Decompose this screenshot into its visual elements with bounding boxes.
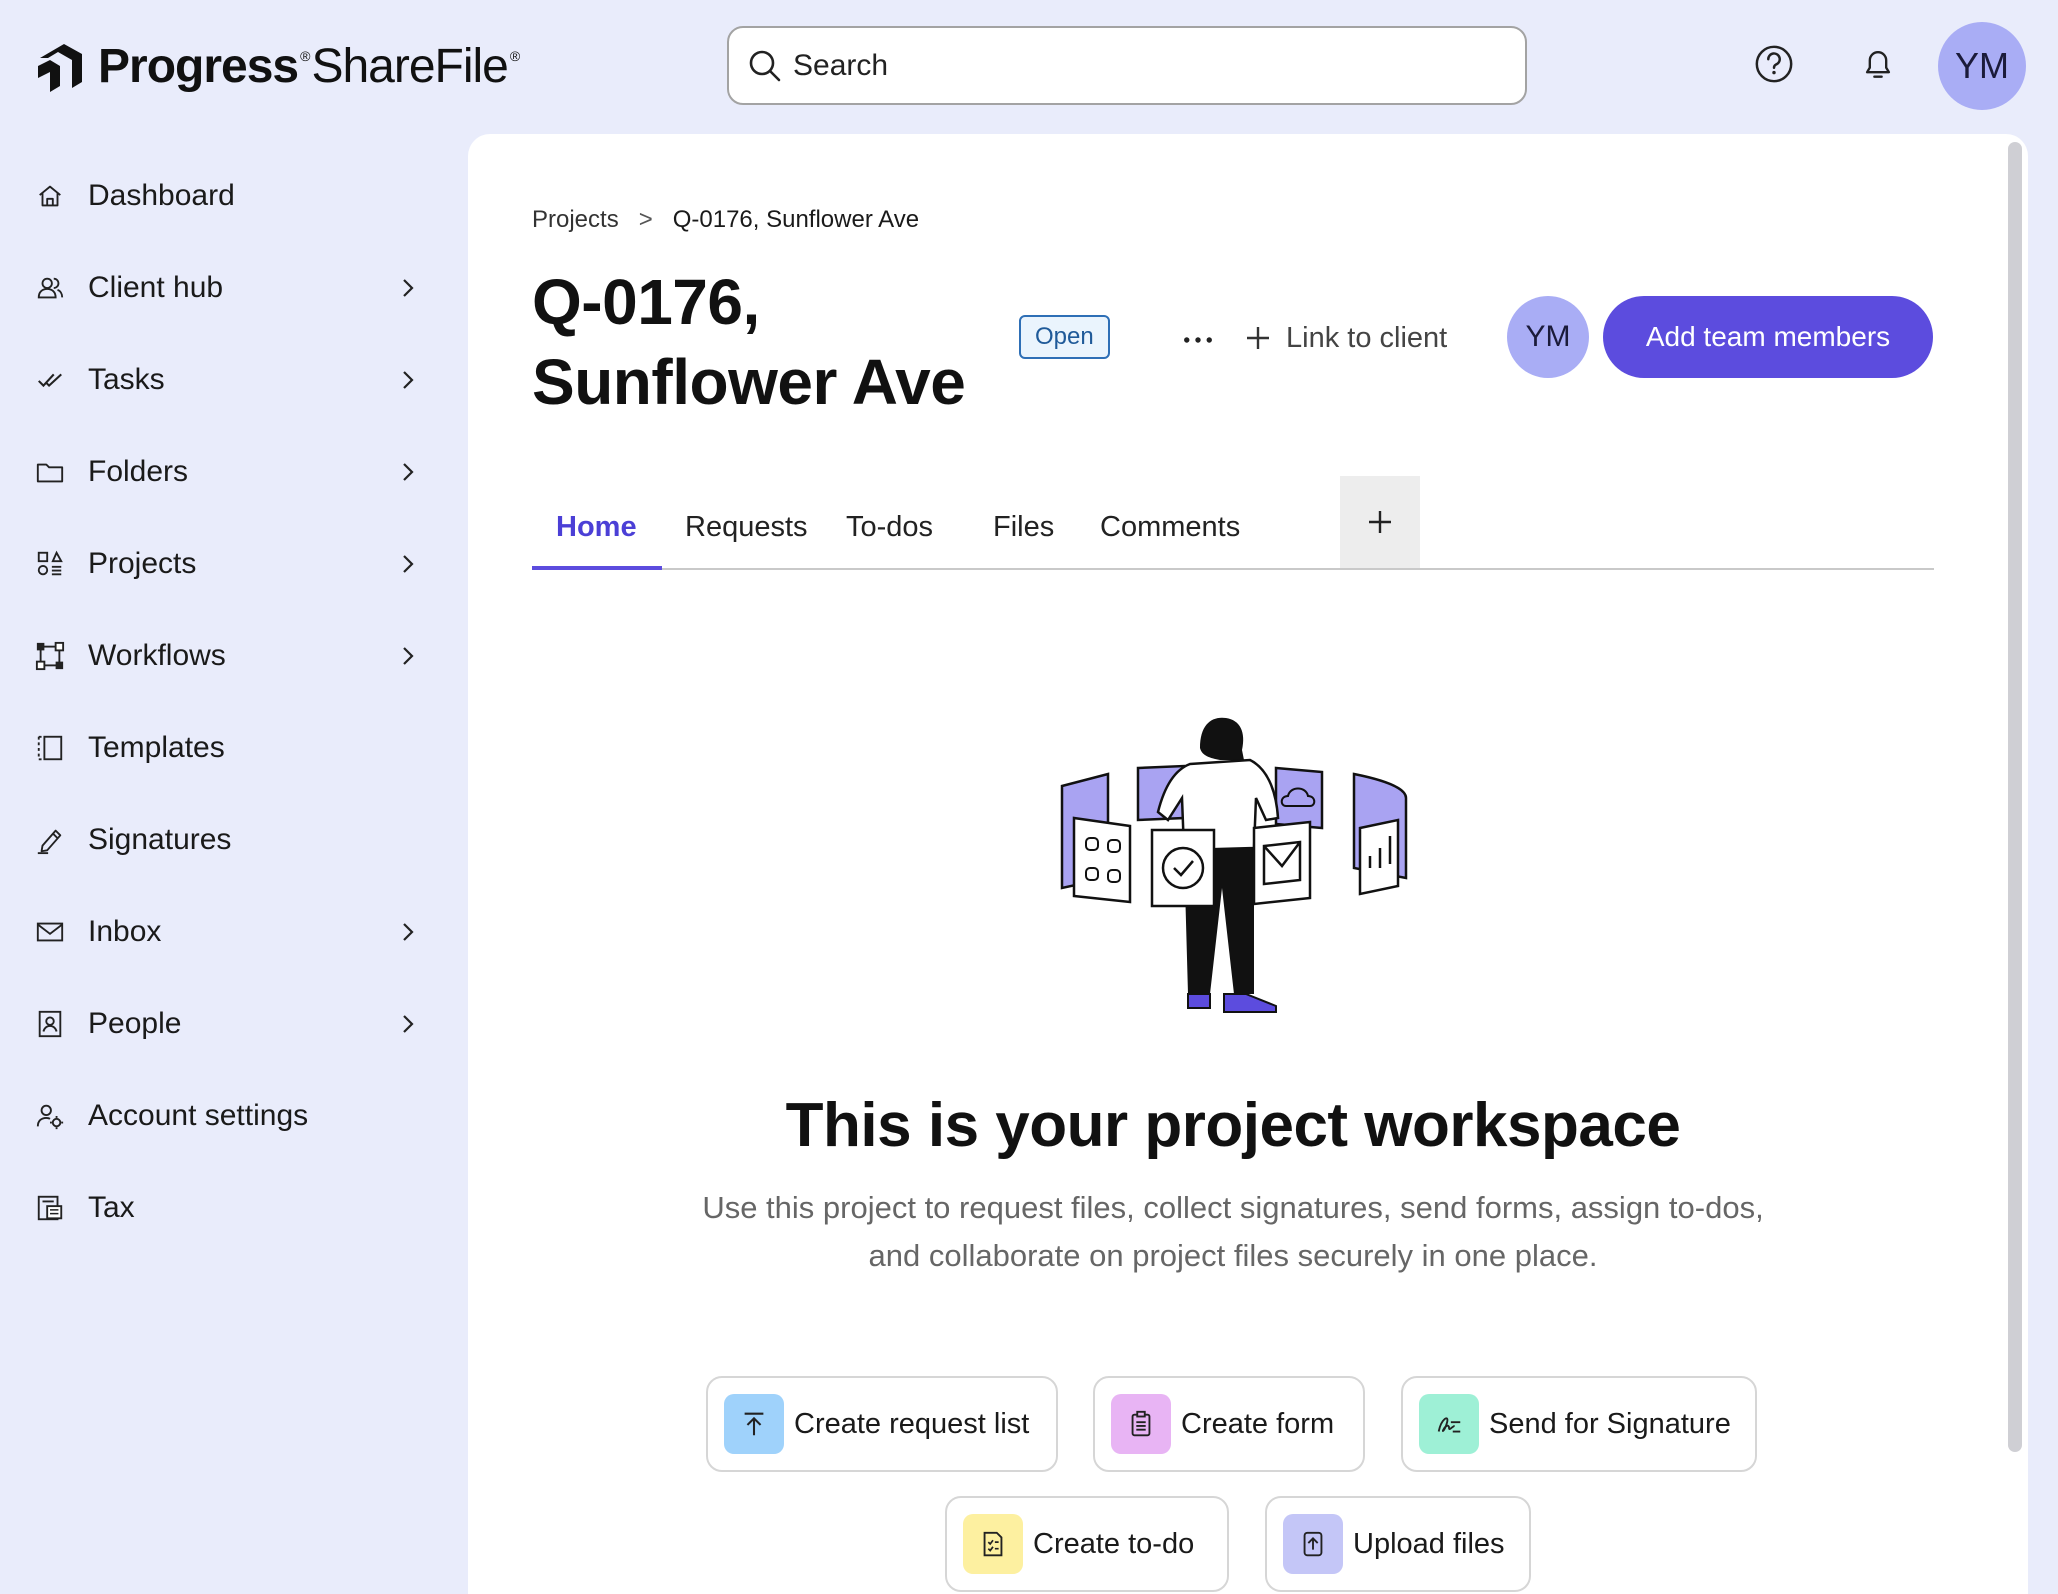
team-member-avatar[interactable]: YM bbox=[1507, 296, 1589, 378]
sidebar-item-client-hub[interactable]: Client hub bbox=[0, 242, 440, 334]
chevron-right-icon bbox=[403, 463, 414, 481]
sidebar-item-folders[interactable]: Folders bbox=[0, 426, 440, 518]
projects-icon bbox=[34, 548, 66, 580]
workspace-description-line1: Use this project to request files, colle… bbox=[702, 1190, 1764, 1225]
folder-icon bbox=[34, 456, 66, 488]
main-panel: Projects > Q-0176, Sunflower Ave Q-0176,… bbox=[468, 134, 2028, 1594]
sidebar-item-inbox[interactable]: Inbox bbox=[0, 886, 440, 978]
add-tab-button[interactable] bbox=[1340, 476, 1420, 568]
progress-logo-icon bbox=[38, 44, 82, 92]
workspace-illustration bbox=[1060, 717, 1408, 1013]
sidebar-item-dashboard[interactable]: Dashboard bbox=[0, 150, 440, 242]
chevron-right-icon bbox=[403, 279, 414, 297]
tax-icon bbox=[34, 1192, 66, 1224]
workspace-title: This is your project workspace bbox=[785, 1091, 1681, 1160]
account-settings-icon bbox=[34, 1100, 66, 1132]
create-form-button[interactable]: Create form bbox=[1093, 1376, 1365, 1472]
chevron-right-icon bbox=[403, 1015, 414, 1033]
search-bar[interactable] bbox=[727, 26, 1527, 105]
sidebar-item-label: Folders bbox=[88, 455, 189, 488]
form-clipboard-icon bbox=[1111, 1394, 1171, 1454]
status-badge: Open bbox=[1019, 315, 1110, 359]
sidebar-item-label: Projects bbox=[88, 547, 197, 580]
action-label: Upload files bbox=[1353, 1527, 1505, 1560]
link-to-client-button[interactable]: Link to client bbox=[1244, 316, 1447, 360]
create-request-list-button[interactable]: Create request list bbox=[706, 1376, 1058, 1472]
sidebar-item-tax[interactable]: Tax bbox=[0, 1162, 440, 1254]
help-icon[interactable] bbox=[1752, 42, 1796, 86]
create-to-do-button[interactable]: Create to-do bbox=[945, 1496, 1229, 1592]
breadcrumb-projects-link[interactable]: Projects bbox=[532, 206, 619, 234]
tab-home[interactable]: Home bbox=[556, 486, 637, 568]
tab-requests[interactable]: Requests bbox=[685, 486, 808, 568]
search-input[interactable] bbox=[793, 48, 1525, 83]
upload-files-button[interactable]: Upload files bbox=[1265, 1496, 1531, 1592]
add-team-members-button[interactable]: Add team members bbox=[1603, 296, 1933, 378]
brand-logo[interactable]: Progress ® ShareFile ® bbox=[34, 34, 521, 100]
workspace-description: Use this project to request files, colle… bbox=[648, 1184, 1818, 1280]
tasks-icon bbox=[34, 364, 66, 396]
sidebar-item-label: Workflows bbox=[88, 639, 226, 672]
client-hub-icon bbox=[34, 272, 66, 304]
breadcrumb: Projects > Q-0176, Sunflower Ave bbox=[532, 206, 919, 234]
user-avatar[interactable]: YM bbox=[1938, 22, 2026, 110]
inbox-icon bbox=[34, 916, 66, 948]
sidebar-item-account-settings[interactable]: Account settings bbox=[0, 1070, 440, 1162]
bell-icon[interactable] bbox=[1856, 42, 1900, 86]
people-icon bbox=[34, 1008, 66, 1040]
sidebar-item-label: Inbox bbox=[88, 915, 162, 948]
breadcrumb-separator: > bbox=[638, 206, 653, 233]
sidebar-item-label: Tasks bbox=[88, 363, 165, 396]
chevron-right-icon bbox=[403, 555, 414, 573]
search-icon bbox=[749, 50, 781, 81]
active-tab-indicator bbox=[532, 566, 662, 570]
tab-bar: Home Requests To-dos Files Comments bbox=[532, 476, 1934, 570]
tab-to-dos[interactable]: To-dos bbox=[846, 486, 933, 568]
sidebar-item-label: Signatures bbox=[88, 823, 232, 856]
templates-icon bbox=[34, 732, 66, 764]
workflows-icon bbox=[34, 640, 66, 672]
breadcrumb-current: Q-0176, Sunflower Ave bbox=[672, 206, 920, 233]
sidebar-item-signatures[interactable]: Signatures bbox=[0, 794, 440, 886]
more-horizontal-icon bbox=[1184, 337, 1212, 343]
sidebar-item-label: Templates bbox=[88, 731, 225, 764]
sidebar-item-label: People bbox=[88, 1007, 182, 1040]
home-icon bbox=[34, 180, 66, 212]
sidebar-item-workflows[interactable]: Workflows bbox=[0, 610, 440, 702]
upload-arrow-icon bbox=[724, 1394, 784, 1454]
brand-name: Progress ® ShareFile ® bbox=[98, 40, 520, 93]
upload-file-icon bbox=[1283, 1514, 1343, 1574]
send-for-signature-button[interactable]: Send for Signature bbox=[1401, 1376, 1757, 1472]
plus-icon bbox=[1369, 511, 1391, 533]
sidebar-item-label: Client hub bbox=[88, 271, 224, 304]
workspace-description-line2: and collaborate on project files securel… bbox=[868, 1238, 1598, 1273]
action-label: Create form bbox=[1181, 1407, 1335, 1440]
link-to-client-label: Link to client bbox=[1286, 321, 1448, 354]
action-label: Create request list bbox=[794, 1407, 1030, 1440]
sidebar-item-label: Account settings bbox=[88, 1099, 309, 1132]
plus-icon bbox=[1247, 327, 1269, 349]
chevron-right-icon bbox=[403, 371, 414, 389]
more-options-button[interactable] bbox=[1168, 320, 1228, 360]
page-title: Q-0176, Sunflower Ave bbox=[532, 266, 966, 418]
sidebar-item-label: Dashboard bbox=[88, 179, 235, 212]
sidebar: Dashboard Client hub Tasks Folders Proje… bbox=[0, 150, 440, 1254]
sidebar-item-projects[interactable]: Projects bbox=[0, 518, 440, 610]
sidebar-item-templates[interactable]: Templates bbox=[0, 702, 440, 794]
scrollbar[interactable] bbox=[2008, 142, 2022, 1452]
action-label: Send for Signature bbox=[1489, 1407, 1731, 1440]
tab-files[interactable]: Files bbox=[993, 486, 1054, 568]
action-label: Create to-do bbox=[1033, 1527, 1195, 1560]
signature-icon bbox=[1419, 1394, 1479, 1454]
tab-comments[interactable]: Comments bbox=[1100, 486, 1240, 568]
todo-list-icon bbox=[963, 1514, 1023, 1574]
sidebar-item-label: Tax bbox=[88, 1191, 135, 1224]
chevron-right-icon bbox=[403, 923, 414, 941]
sidebar-item-people[interactable]: People bbox=[0, 978, 440, 1070]
signature-pen-icon bbox=[34, 824, 66, 856]
chevron-right-icon bbox=[403, 647, 414, 665]
sidebar-item-tasks[interactable]: Tasks bbox=[0, 334, 440, 426]
